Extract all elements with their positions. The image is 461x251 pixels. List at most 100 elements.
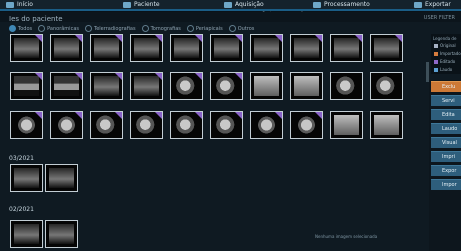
image-thumbnail-panoramic[interactable] xyxy=(170,34,203,62)
image-thumbnail-lateral-skull[interactable] xyxy=(130,111,163,139)
nav-exportar[interactable]: Exportar xyxy=(414,0,451,9)
image-thumbnail-panoramic[interactable] xyxy=(90,72,123,100)
image-thumbnail-panoramic[interactable] xyxy=(45,164,78,192)
edited-marker xyxy=(195,73,202,80)
filter-tomografias-label: Tomografias xyxy=(150,25,181,32)
print-button[interactable]: Impri xyxy=(431,151,461,162)
image-thumbnail-panoramic[interactable] xyxy=(130,72,163,100)
gray-slice-image xyxy=(374,115,399,135)
image-thumbnail-lateral-skull[interactable] xyxy=(330,72,363,100)
image-thumbnail-gray-slice[interactable] xyxy=(370,111,403,139)
image-thumbnail-panoramic[interactable] xyxy=(130,34,163,62)
edited-marker xyxy=(275,35,282,42)
image-thumbnail-gray-slice[interactable] xyxy=(330,111,363,139)
user-label: USER FILTER xyxy=(423,15,455,21)
image-thumbnail-ceph[interactable] xyxy=(50,72,83,100)
nav-processamento[interactable]: Processamento xyxy=(313,0,370,9)
home-icon xyxy=(6,1,14,8)
image-grid xyxy=(10,34,430,249)
grid-scrollbar[interactable] xyxy=(426,62,429,82)
filter-telerradiografias[interactable]: Telerradiografias xyxy=(85,24,136,32)
edited-marker xyxy=(35,112,42,119)
image-thumbnail-gray-slice[interactable] xyxy=(290,72,323,100)
lateral-skull-image xyxy=(374,76,399,96)
legend-swatch xyxy=(434,60,438,64)
image-thumbnail-panoramic[interactable] xyxy=(290,34,323,62)
legend-item-importado: Importado xyxy=(434,51,461,56)
date-group-label: 02/2021 xyxy=(9,206,34,213)
edited-marker xyxy=(35,73,42,80)
panoramic-image xyxy=(14,168,39,188)
view-button[interactable]: Visual xyxy=(431,137,461,148)
image-thumbnail-frontal-skull[interactable] xyxy=(50,111,83,139)
legend-item-editado: Editado xyxy=(434,59,455,64)
image-thumbnail-lateral-skull[interactable] xyxy=(370,72,403,100)
image-thumbnail-panoramic[interactable] xyxy=(50,34,83,62)
image-thumbnail-frontal-skull[interactable] xyxy=(10,111,43,139)
image-thumbnail-panoramic[interactable] xyxy=(250,34,283,62)
date-group-label: 03/2021 xyxy=(9,155,34,162)
radio-icon xyxy=(141,24,149,32)
image-thumbnail-panoramic[interactable] xyxy=(45,220,78,248)
services-button[interactable]: Servi xyxy=(431,95,461,106)
filter-todos[interactable]: Todos xyxy=(9,24,33,32)
delete-button[interactable]: Exclu xyxy=(431,81,461,92)
gray-slice-image xyxy=(254,76,279,96)
edited-marker xyxy=(355,35,362,42)
image-thumbnail-panoramic[interactable] xyxy=(10,220,43,248)
image-thumbnail-lateral-skull[interactable] xyxy=(210,72,243,100)
image-thumbnail-panoramic[interactable] xyxy=(370,34,403,62)
top-nav-underline xyxy=(0,9,461,11)
radio-icon xyxy=(228,24,236,32)
image-thumbnail-panoramic[interactable] xyxy=(10,34,43,62)
image-thumbnail-lateral-skull[interactable] xyxy=(170,111,203,139)
gray-slice-image xyxy=(334,115,359,135)
filter-tomografias[interactable]: Tomografias xyxy=(141,24,181,32)
image-thumbnail-panoramic[interactable] xyxy=(10,164,43,192)
nav-paciente[interactable]: Paciente xyxy=(123,0,160,9)
image-thumbnail-gray-slice[interactable] xyxy=(250,72,283,100)
edit-button[interactable]: Edita xyxy=(431,109,461,120)
filter-todos-label: Todos xyxy=(18,25,33,32)
export-button[interactable]: Expor xyxy=(431,165,461,176)
nav-processamento-label: Processamento xyxy=(324,1,370,8)
edited-marker xyxy=(115,112,122,119)
nav-inicio[interactable]: Início xyxy=(6,0,33,9)
nav-exportar-label: Exportar xyxy=(425,1,451,8)
nav-paciente-label: Paciente xyxy=(134,1,160,8)
edited-marker xyxy=(155,73,162,80)
image-thumbnail-lateral-skull[interactable] xyxy=(170,72,203,100)
edited-marker xyxy=(155,112,162,119)
image-thumbnail-frontal-skull[interactable] xyxy=(290,111,323,139)
filter-periapicais[interactable]: Periapicais xyxy=(186,24,223,32)
panoramic-image xyxy=(49,224,74,244)
legend-item-original: Original xyxy=(434,43,456,48)
image-thumbnail-lateral-skull[interactable] xyxy=(90,111,123,139)
edited-marker xyxy=(155,35,162,42)
edited-marker xyxy=(235,112,242,119)
image-thumbnail-ceph[interactable] xyxy=(10,72,43,100)
edited-marker xyxy=(275,112,282,119)
image-thumbnail-panoramic[interactable] xyxy=(90,34,123,62)
filter-panoramicas[interactable]: Panorâmicas xyxy=(38,24,79,32)
edited-marker xyxy=(195,112,202,119)
image-thumbnail-lateral-skull[interactable] xyxy=(210,111,243,139)
nav-aquisicao[interactable]: Aquisição xyxy=(224,0,264,9)
image-thumbnail-panoramic[interactable] xyxy=(210,34,243,62)
report-button[interactable]: Laudo xyxy=(431,123,461,134)
edited-marker xyxy=(75,35,82,42)
gray-slice-image xyxy=(294,76,319,96)
edited-marker xyxy=(235,73,242,80)
image-thumbnail-frontal-skull[interactable] xyxy=(250,111,283,139)
image-thumbnail-panoramic[interactable] xyxy=(330,34,363,62)
edited-marker xyxy=(35,35,42,42)
processing-icon xyxy=(313,1,321,8)
nav-aquisicao-label: Aquisição xyxy=(235,1,264,8)
nav-inicio-label: Início xyxy=(17,1,33,8)
filter-outros[interactable]: Outros xyxy=(228,24,254,32)
import-button[interactable]: Impor xyxy=(431,179,461,190)
edited-marker xyxy=(115,35,122,42)
image-type-filter: Todos Panorâmicas Telerradiografias Tomo… xyxy=(9,24,254,32)
title-strip xyxy=(0,12,461,22)
edited-marker xyxy=(315,35,322,42)
